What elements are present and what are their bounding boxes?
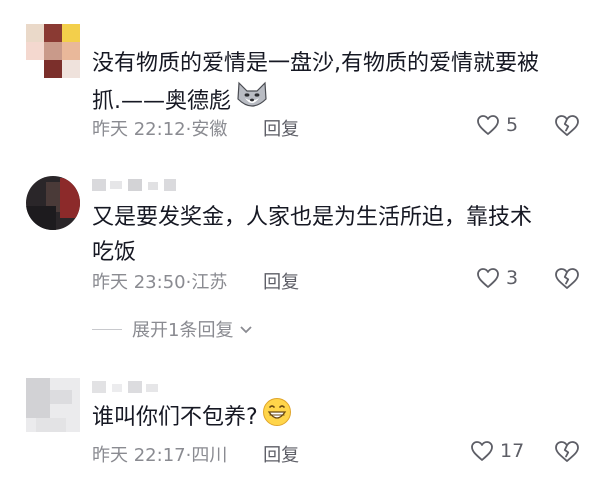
like-count: 3 bbox=[506, 267, 519, 289]
broken-heart-icon bbox=[555, 115, 579, 136]
avatar[interactable] bbox=[26, 378, 80, 432]
expand-replies-button[interactable]: 展开1条回复 bbox=[92, 316, 253, 342]
heart-icon bbox=[477, 268, 499, 288]
reply-button[interactable]: 回复 bbox=[263, 445, 299, 466]
expand-replies-label: 展开1条回复 bbox=[132, 320, 234, 341]
heart-icon bbox=[477, 115, 499, 135]
comment-text: 谁叫你们不包养? bbox=[92, 397, 572, 438]
reply-button[interactable]: 回复 bbox=[263, 119, 299, 140]
divider bbox=[92, 328, 122, 330]
like-count: 17 bbox=[500, 440, 525, 462]
comment-location: 四川 bbox=[191, 445, 228, 466]
reply-button[interactable]: 回复 bbox=[263, 272, 299, 293]
comment-location: 江苏 bbox=[191, 272, 228, 293]
grinning-face-emoji-icon bbox=[262, 397, 292, 438]
comment-text-line: 谁叫你们不包养? bbox=[92, 405, 258, 430]
broken-heart-icon bbox=[555, 268, 579, 289]
comment-text-line: 吃饭 bbox=[92, 240, 137, 265]
comment-time: 昨天 22:12 bbox=[92, 119, 186, 140]
avatar[interactable] bbox=[26, 24, 80, 78]
dislike-button[interactable] bbox=[554, 114, 580, 141]
chevron-down-icon bbox=[239, 319, 253, 340]
comment-location: 安徽 bbox=[191, 119, 228, 140]
comment-meta: 昨天 22:17·四川 回复 bbox=[92, 445, 300, 466]
broken-heart-icon bbox=[555, 441, 579, 462]
comment-text: 又是要发奖金，人家也是为生活所迫，靠技术 吃饭 bbox=[92, 200, 572, 270]
comment-time: 昨天 22:17 bbox=[92, 445, 186, 466]
comment-meta: 昨天 22:12·安徽 回复 bbox=[92, 119, 300, 140]
dislike-button[interactable] bbox=[554, 440, 580, 467]
like-button[interactable]: 17 bbox=[470, 440, 524, 462]
like-button[interactable]: 5 bbox=[476, 114, 518, 136]
comment-text-line: 又是要发奖金，人家也是为生活所迫，靠技术 bbox=[92, 205, 533, 230]
heart-icon bbox=[471, 441, 493, 461]
comment-time: 昨天 23:50 bbox=[92, 272, 186, 293]
comment-text-line: 没有物质的爱情是一盘沙,有物质的爱情就要被 bbox=[92, 51, 539, 76]
username-blurred bbox=[92, 179, 192, 191]
comment-text: 没有物质的爱情是一盘沙,有物质的爱情就要被 抓.——奥德彪 bbox=[92, 46, 572, 122]
avatar[interactable] bbox=[26, 176, 80, 230]
comment-text-line: 抓.——奥德彪 bbox=[92, 89, 231, 114]
like-count: 5 bbox=[506, 114, 519, 136]
dislike-button[interactable] bbox=[554, 267, 580, 294]
like-button[interactable]: 3 bbox=[476, 267, 518, 289]
username-blurred bbox=[92, 381, 182, 393]
comment-meta: 昨天 23:50·江苏 回复 bbox=[92, 272, 300, 293]
